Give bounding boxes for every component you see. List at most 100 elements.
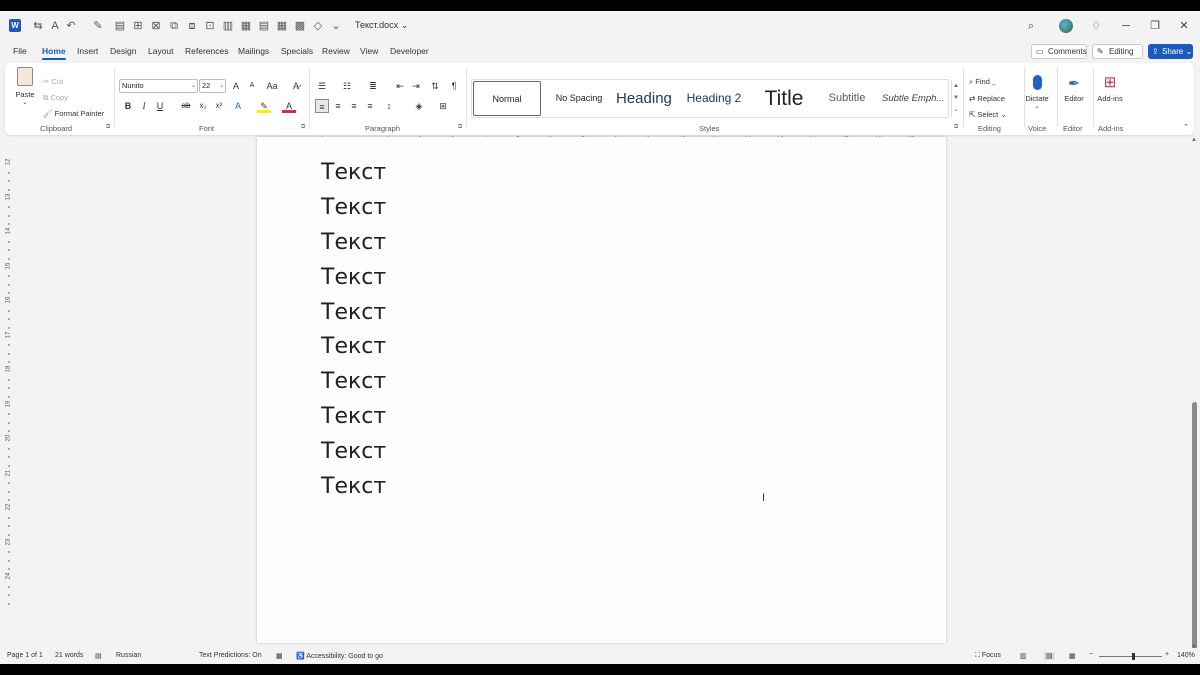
merge-qat-icon[interactable]: ⊠: [148, 17, 164, 35]
share-button[interactable]: ⇪ Share ⌄: [1148, 44, 1193, 59]
font-size-select[interactable]: 22 ⌄: [199, 79, 226, 93]
vertical-scrollbar[interactable]: ▲ ▼: [1190, 137, 1198, 652]
insert-qat-icon[interactable]: ⊡: [202, 17, 218, 35]
tab-developer[interactable]: Developer: [390, 46, 429, 56]
tab-mailings[interactable]: Mailings: [238, 46, 269, 56]
macro-icon[interactable]: ▦: [276, 652, 283, 660]
bold-button[interactable]: B: [121, 99, 135, 113]
align-left-icon[interactable]: ≡: [315, 99, 329, 113]
decrease-indent-icon[interactable]: ⇤: [393, 79, 407, 93]
customize-qat-icon[interactable]: ⌄: [328, 17, 344, 35]
scroll-up-icon[interactable]: ▲: [1191, 137, 1197, 143]
read-mode-icon[interactable]: ▥: [1020, 652, 1027, 660]
avatar[interactable]: [1059, 19, 1073, 33]
document-paragraph[interactable]: Текст: [321, 226, 386, 261]
align-right-icon[interactable]: ≡: [347, 99, 361, 113]
shading-icon[interactable]: ◈: [412, 99, 426, 113]
text-predictions-status[interactable]: Text Predictions: On: [199, 652, 262, 659]
italic-button[interactable]: I: [137, 99, 151, 113]
tablegrid-qat-icon[interactable]: ▩: [292, 17, 308, 35]
tab-references[interactable]: References: [185, 46, 228, 56]
bullets-icon[interactable]: ☰: [315, 79, 329, 93]
document-paragraph[interactable]: Текст: [321, 365, 386, 400]
font-family-select[interactable]: Nunito ⌄: [119, 79, 198, 93]
paste-button[interactable]: Paste ⌄: [13, 67, 37, 106]
align-center-icon[interactable]: ≡: [331, 99, 345, 113]
style-title[interactable]: Title: [751, 81, 817, 116]
underline-button[interactable]: U: [153, 99, 167, 113]
split-qat-icon[interactable]: ⧉: [166, 17, 182, 35]
document-paragraph[interactable]: Текст: [321, 330, 386, 365]
tab-review[interactable]: Review: [322, 46, 350, 56]
tab-specials[interactable]: Specials: [281, 46, 313, 56]
dictate-button[interactable]: Dictate ⌄: [1025, 75, 1049, 110]
zoom-slider[interactable]: [1099, 656, 1162, 657]
zoom-slider-thumb[interactable]: [1132, 653, 1135, 660]
borders-qat-icon[interactable]: ⊞: [130, 17, 146, 35]
autosave-icon[interactable]: ⇆: [30, 17, 46, 35]
web-layout-icon[interactable]: ▦: [1069, 652, 1076, 660]
text-effects-icon[interactable]: A: [231, 99, 245, 113]
addins-button[interactable]: ⊞ Add-ins: [1093, 75, 1127, 104]
collapse-ribbon-icon[interactable]: ⌃: [1179, 121, 1193, 135]
numbering-icon[interactable]: ☷: [340, 79, 354, 93]
tab-file[interactable]: File: [13, 46, 27, 56]
close-button[interactable]: ✕: [1174, 17, 1194, 35]
font-color-icon[interactable]: A: [282, 99, 296, 113]
document-paragraph[interactable]: Текст: [321, 156, 386, 191]
highlight-color-icon[interactable]: ✎: [257, 99, 271, 113]
lightbulb-icon[interactable]: ♢: [1086, 17, 1106, 35]
comments-button[interactable]: ▭ Comments: [1031, 44, 1087, 59]
find-button[interactable]: ⌕ Find ⌄: [969, 77, 996, 87]
tab-view[interactable]: View: [360, 46, 378, 56]
style-heading-1[interactable]: Heading 1: [613, 81, 675, 116]
strikethrough-button[interactable]: ab: [179, 99, 193, 113]
scrollbar-thumb[interactable]: [1192, 402, 1197, 652]
copy-button[interactable]: ⧉ Copy: [43, 93, 68, 103]
tab-insert[interactable]: Insert: [77, 46, 98, 56]
change-case-button[interactable]: Aa: [262, 79, 282, 93]
word-count[interactable]: 21 words: [55, 652, 83, 659]
eraser-qat-icon[interactable]: ◇: [310, 17, 326, 35]
clear-formatting-icon[interactable]: A̷: [289, 79, 303, 93]
format-painter-button[interactable]: 🖌 Format Painter: [43, 109, 104, 118]
tab-design[interactable]: Design: [110, 46, 136, 56]
zoom-level[interactable]: 140%: [1177, 652, 1195, 659]
paragraph-launcher-icon[interactable]: ⧉: [458, 124, 462, 131]
document-title[interactable]: Текст.docx ⌄: [355, 20, 408, 31]
document-body[interactable]: Текст Текст Текст Текст Текст Текст Текст Текст…: [321, 156, 386, 505]
document-paragraph[interactable]: Текст: [321, 435, 386, 470]
document-paragraph[interactable]: Текст: [321, 470, 386, 505]
style-subtitle[interactable]: Subtitle: [819, 81, 875, 116]
grow-font-button[interactable]: A: [229, 79, 243, 93]
clipboard-launcher-icon[interactable]: ⧉: [106, 124, 110, 131]
language-status[interactable]: Russian: [116, 652, 141, 659]
minimize-button[interactable]: ─: [1116, 17, 1136, 35]
document-paragraph[interactable]: Текст: [321, 296, 386, 331]
styles-scrollbar[interactable]: ▲ ▼ ⌄: [951, 80, 960, 117]
justify-icon[interactable]: ≡: [363, 99, 377, 113]
document-page[interactable]: Текст Текст Текст Текст Текст Текст Текст Текст…: [257, 137, 946, 643]
line-spacing-icon[interactable]: ↕: [382, 99, 396, 113]
focus-button[interactable]: ⛶ Focus: [975, 652, 1001, 660]
font-launcher-icon[interactable]: ⧉: [301, 124, 305, 131]
grid-qat-icon[interactable]: ▤: [256, 17, 272, 35]
document-paragraph[interactable]: Текст: [321, 261, 386, 296]
accessibility-status[interactable]: ♿ Accessibility: Good to go: [296, 652, 383, 660]
superscript-button[interactable]: x²: [212, 99, 226, 113]
proofing-icon[interactable]: ▤: [95, 652, 102, 660]
document-paragraph[interactable]: Текст: [321, 191, 386, 226]
increase-indent-icon[interactable]: ⇥: [409, 79, 423, 93]
layout-qat-icon[interactable]: ▦: [238, 17, 254, 35]
restore-button[interactable]: ❐: [1145, 17, 1165, 35]
replace-button[interactable]: ⇄ Replace: [969, 94, 1005, 103]
zoom-out-icon[interactable]: −: [1089, 651, 1093, 658]
editor-button[interactable]: ✒ Editor: [1059, 75, 1089, 103]
shrink-font-button[interactable]: A: [245, 79, 259, 93]
font-color-qat-icon[interactable]: A: [47, 17, 63, 35]
styles-launcher-icon[interactable]: ⧉: [954, 124, 958, 131]
print-layout-icon[interactable]: ▤: [1044, 652, 1055, 660]
select-button[interactable]: ⇱ Select ⌄: [969, 110, 1007, 119]
rows-qat-icon[interactable]: ▦: [274, 17, 290, 35]
style-normal[interactable]: Normal: [473, 81, 541, 116]
